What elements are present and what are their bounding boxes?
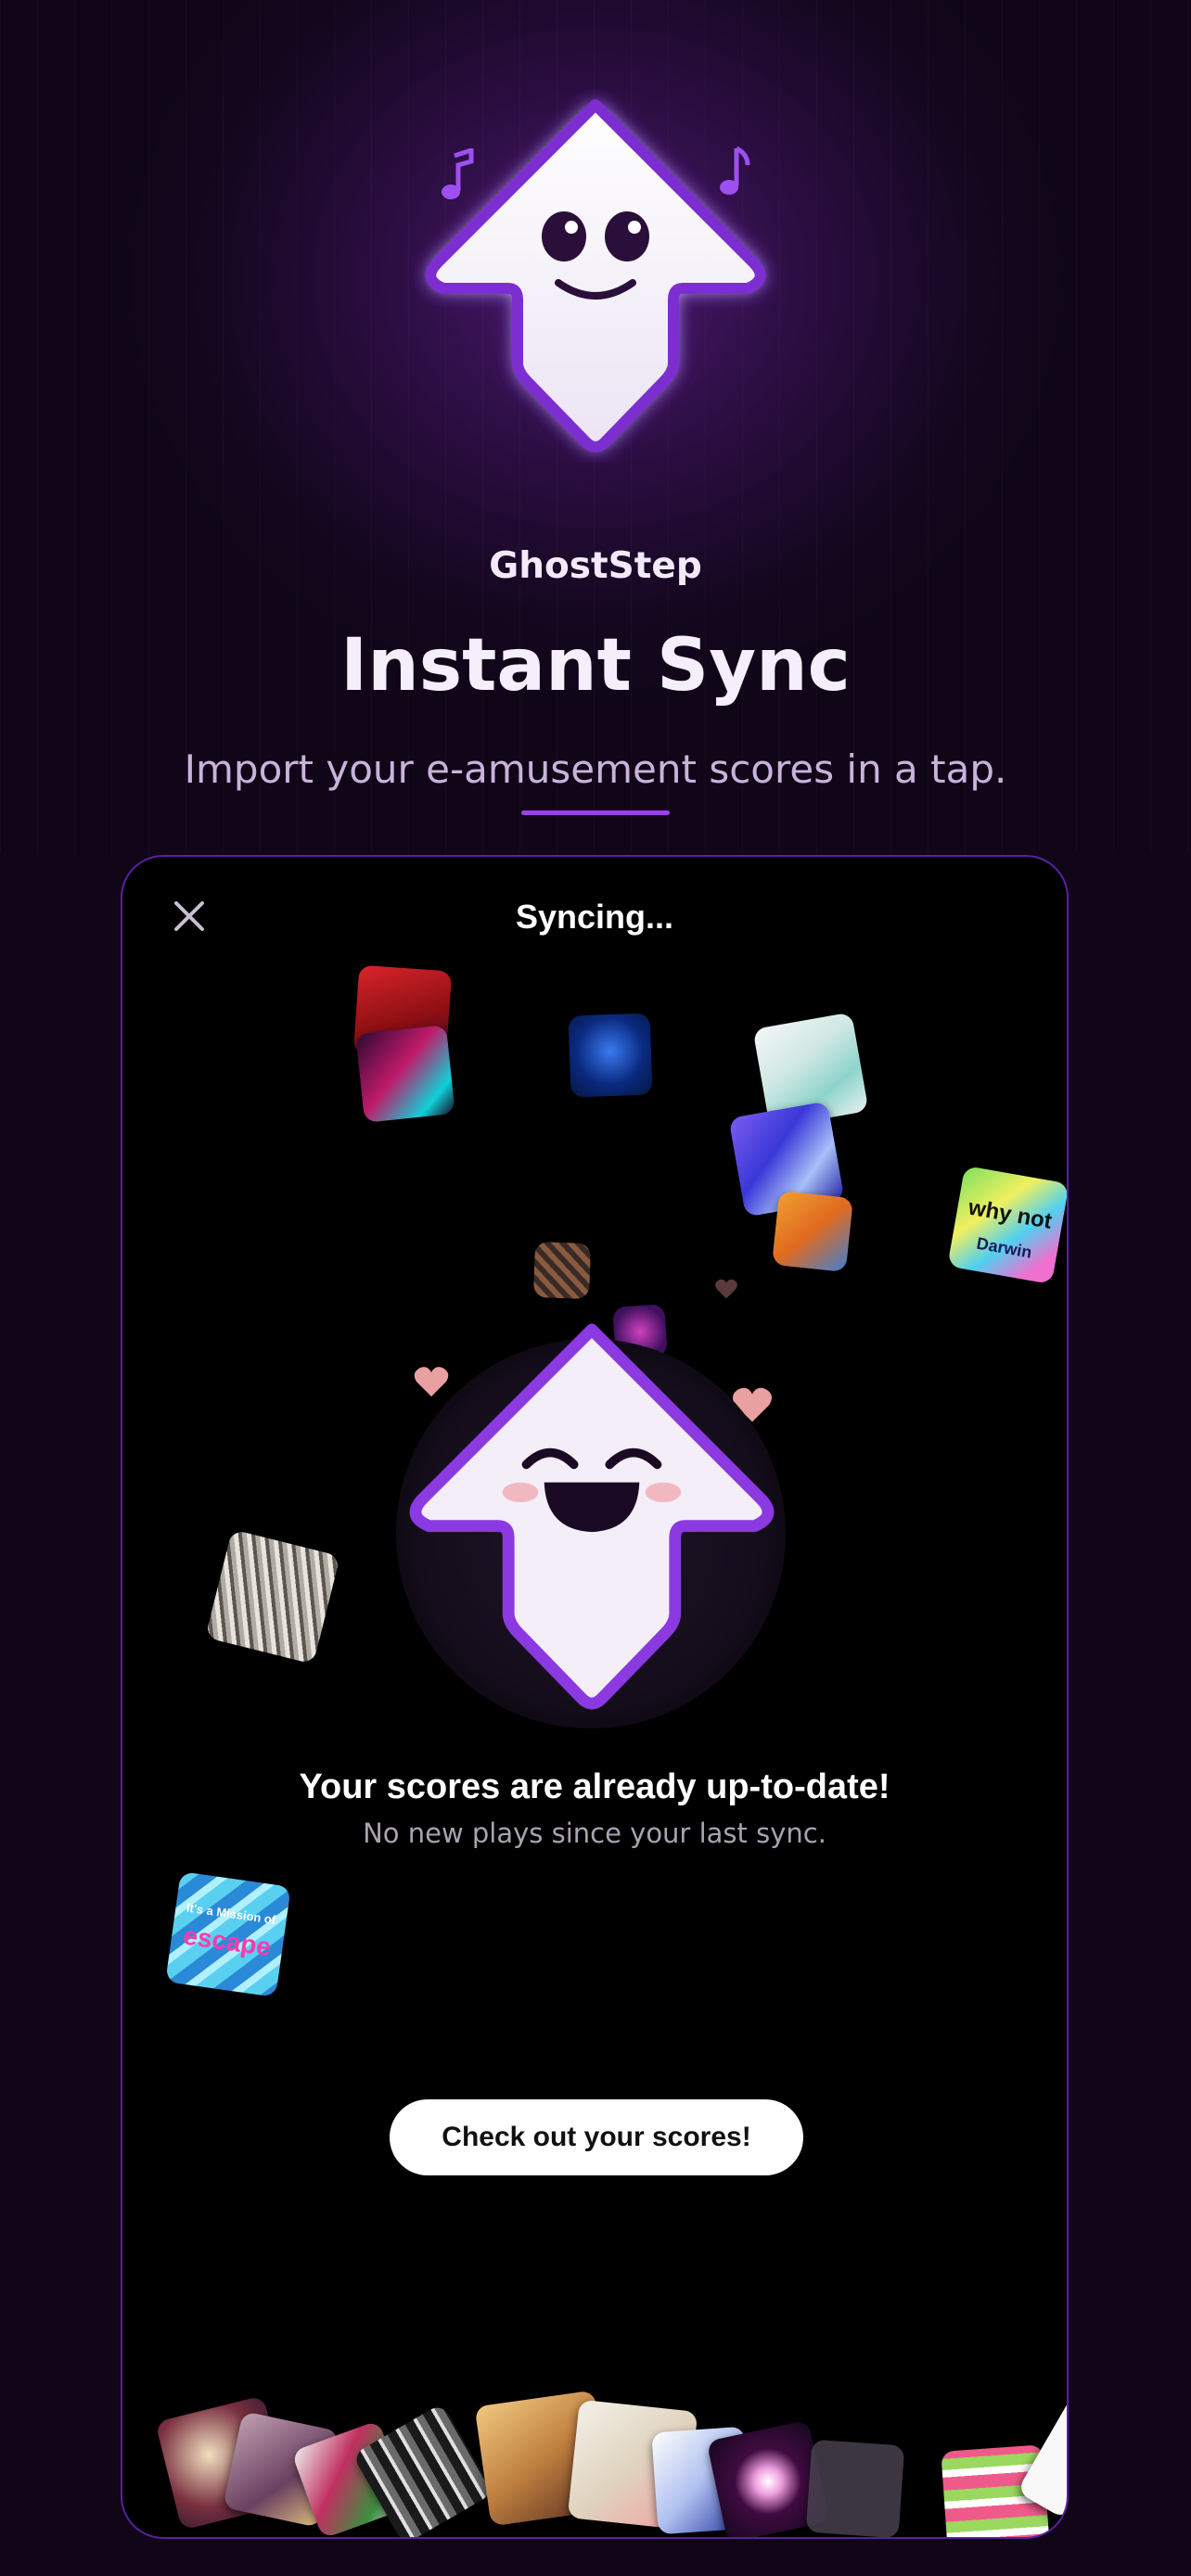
sync-modal: Syncing... why not Darwin It's a Mission… (121, 855, 1069, 2539)
page-indicator (521, 810, 670, 815)
result-title: Your scores are already up-to-date! (299, 1767, 890, 1806)
album-cover (805, 2439, 905, 2537)
album-cover (532, 1241, 592, 1300)
cover-title: escape (181, 1920, 274, 1962)
album-cover-escape: It's a Mission of escape (165, 1871, 291, 1997)
happy-mascot (409, 1323, 775, 1710)
album-cover (355, 1025, 455, 1123)
cover-artist: Darwin (975, 1233, 1033, 1262)
music-note-icon (720, 146, 750, 195)
music-note-icon (442, 148, 474, 199)
heart-icon (715, 1279, 737, 1299)
check-scores-button[interactable]: Check out your scores! (390, 2099, 803, 2175)
album-cover (568, 1013, 653, 1098)
hero-headline: Instant Sync (340, 624, 851, 708)
album-cover (205, 1529, 340, 1664)
onboarding-screen: GhostStep Instant Sync Import your e-amu… (0, 0, 1191, 2576)
modal-title: Syncing... (515, 898, 674, 936)
hero-subline: Import your e-amusement scores in a tap. (184, 746, 1007, 792)
app-name: GhostStep (489, 545, 702, 587)
album-cover-why-not: why not Darwin (947, 1165, 1067, 1285)
cover-pile (122, 2340, 1067, 2537)
result-subtitle: No new plays since your last sync. (363, 1817, 826, 1849)
album-cover (772, 1191, 853, 1272)
cover-title: why not (967, 1194, 1054, 1234)
